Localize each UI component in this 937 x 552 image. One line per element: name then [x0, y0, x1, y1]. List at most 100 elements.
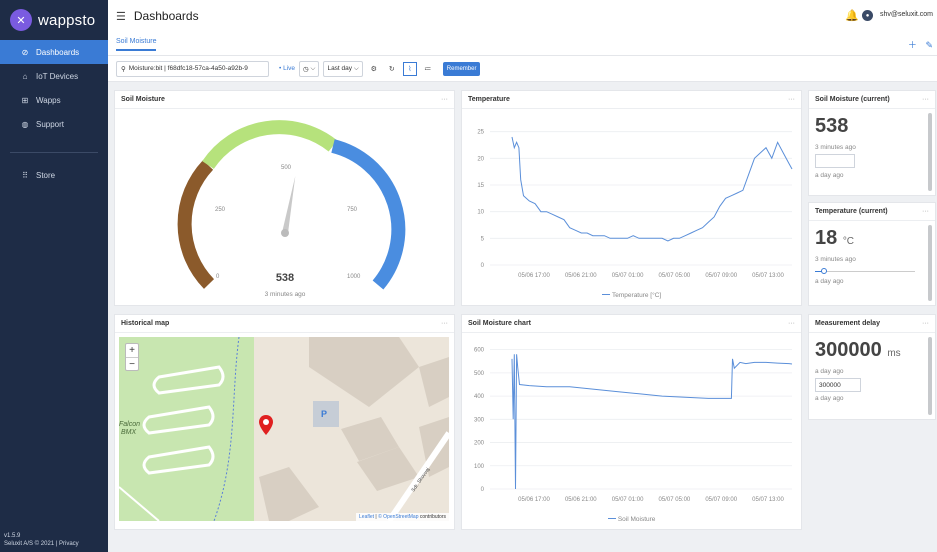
- value-slider[interactable]: [815, 267, 915, 275]
- edit-icon[interactable]: ✎: [925, 40, 933, 50]
- zoom-in-button[interactable]: +: [126, 344, 138, 357]
- x-tick-label: 05/07 13:00: [752, 273, 784, 279]
- sidebar-divider: [10, 152, 98, 153]
- dashboard-tab-bar: Soil Moisture ＋ ✎: [108, 32, 937, 56]
- x-tick-label: 05/07 13:00: [752, 497, 784, 503]
- legend-line-icon: [607, 518, 616, 520]
- legend-label[interactable]: Soil Moisture: [618, 516, 656, 523]
- sidebar-item-support[interactable]: ◍ Support: [0, 112, 108, 136]
- logo[interactable]: ✕ wappsto: [0, 0, 108, 40]
- y-tick-label: 25: [477, 130, 484, 136]
- map-attribution: Leaflet | © OpenStreetMap contributors: [356, 513, 449, 521]
- live-toggle[interactable]: • Live: [279, 65, 295, 72]
- current-time: 3 minutes ago: [815, 256, 856, 263]
- location-pin-icon[interactable]: [259, 415, 273, 435]
- legend-line-icon: [601, 294, 610, 296]
- menu-icon[interactable]: ☰: [116, 10, 126, 23]
- sidebar-item-wapps[interactable]: ⊞ Wapps: [0, 88, 108, 112]
- sidebar-item-label: Dashboards: [36, 47, 80, 57]
- card-title: Soil Moisture: [121, 96, 165, 103]
- current-value: 538: [815, 115, 849, 137]
- y-tick-label: 100: [474, 464, 485, 470]
- map-zoom-control: + −: [125, 343, 139, 371]
- value-input[interactable]: [815, 154, 855, 168]
- x-tick-label: 05/06 17:00: [518, 497, 550, 503]
- map-label-bmx: BMX: [121, 429, 137, 436]
- more-icon[interactable]: ···: [922, 96, 929, 103]
- tab-soil-moisture[interactable]: Soil Moisture: [116, 38, 157, 51]
- y-tick-label: 0: [481, 487, 485, 493]
- add-icon[interactable]: ＋: [908, 40, 917, 50]
- user-avatar-icon[interactable]: ●: [862, 10, 873, 21]
- copyright-label[interactable]: Seluxit A/S © 2021 | Privacy: [4, 540, 79, 548]
- slider-track: [815, 271, 915, 272]
- map[interactable]: + − Falcon BMX P Sdr. Skovvej Leaflet | …: [119, 337, 449, 521]
- gauge-tick-label: 500: [281, 165, 292, 171]
- scrollbar[interactable]: [928, 337, 932, 415]
- gauge-needle: [282, 175, 296, 234]
- x-tick-label: 05/06 17:00: [518, 273, 550, 279]
- leaflet-link[interactable]: Leaflet: [359, 514, 374, 520]
- globe-icon: ◍: [21, 119, 29, 129]
- settings-icon[interactable]: ⚙: [367, 62, 381, 76]
- soil-moisture-gauge-card: Soil Moisture ··· 0 250 500 750 1000 538…: [114, 90, 455, 306]
- live-label: Live: [283, 65, 296, 72]
- card-title: Temperature: [468, 96, 510, 103]
- search-value: Moisture:bit | f68dfc18-57ca-4a50-a92b-9: [128, 65, 248, 72]
- zoom-out-button[interactable]: −: [126, 357, 138, 370]
- historical-map-card: Historical map ··· + − Falcon BMX P Sdr.…: [114, 314, 455, 530]
- gauge-segment-low: [177, 160, 215, 289]
- dashboard-icon: ⊘: [21, 47, 29, 57]
- series-line[interactable]: [511, 136, 793, 242]
- scrollbar[interactable]: [928, 225, 932, 301]
- current-unit: ms: [887, 348, 901, 359]
- more-icon[interactable]: ···: [788, 320, 795, 327]
- grid-icon: ⊞: [21, 95, 29, 105]
- x-tick-label: 05/06 21:00: [565, 497, 597, 503]
- x-tick-label: 05/07 05:00: [659, 273, 691, 279]
- gauge-time: 3 minutes ago: [265, 291, 306, 298]
- more-icon[interactable]: ···: [788, 96, 795, 103]
- sidebar-item-store[interactable]: ⠿ Store: [0, 163, 108, 187]
- chart-legend: Temperature [°C]: [462, 290, 801, 299]
- y-tick-label: 300: [474, 417, 485, 423]
- parking-icon: P: [321, 409, 328, 419]
- clock-dropdown[interactable]: ◷ ⌵: [299, 60, 320, 77]
- sidebar-item-label: Store: [36, 170, 56, 180]
- more-icon[interactable]: ···: [441, 320, 448, 327]
- x-tick-label: 05/07 01:00: [612, 497, 644, 503]
- delay-input[interactable]: 300000: [815, 378, 861, 392]
- current-time: 3 minutes ago: [815, 144, 856, 151]
- sidebar-item-iot-devices[interactable]: ⌂ IoT Devices: [0, 64, 108, 88]
- sidebar-item-label: IoT Devices: [36, 71, 79, 81]
- user-email[interactable]: shv@seluxit.com: [880, 11, 933, 18]
- time-range-select[interactable]: Last day ⌵: [323, 60, 363, 77]
- sidebar-item-dashboards[interactable]: ⊘ Dashboards: [0, 40, 108, 64]
- bell-icon[interactable]: 🔔: [845, 9, 859, 22]
- slider-thumb[interactable]: [821, 268, 827, 274]
- logo-text: wappsto: [38, 11, 96, 29]
- chart-view-icon[interactable]: ⌇: [402, 61, 417, 76]
- more-icon[interactable]: ···: [922, 208, 929, 215]
- legend-label[interactable]: Temperature [°C]: [612, 292, 661, 299]
- scrollbar[interactable]: [928, 113, 932, 191]
- filter-bar: ⚲ Moisture:bit | f68dfc18-57ca-4a50-a92b…: [108, 56, 937, 82]
- more-icon[interactable]: ···: [441, 96, 448, 103]
- device-search-input[interactable]: ⚲ Moisture:bit | f68dfc18-57ca-4a50-a92b…: [116, 60, 269, 77]
- wappsto-logo-icon: ✕: [10, 9, 32, 31]
- gauge-tick-label: 750: [347, 207, 358, 213]
- gauge-tick-label: 250: [215, 207, 226, 213]
- current-unit: °C: [842, 236, 855, 247]
- series-line[interactable]: [511, 354, 793, 490]
- version-label: v1.5.9: [4, 533, 21, 539]
- card-title: Historical map: [121, 320, 170, 327]
- time-range-label: Last day: [327, 65, 353, 72]
- more-icon[interactable]: ···: [922, 320, 929, 327]
- list-view-icon[interactable]: ≔: [421, 62, 435, 76]
- refresh-icon[interactable]: ↻: [385, 62, 399, 76]
- search-icon: ⚲: [121, 65, 126, 73]
- current-time-secondary: a day ago: [815, 395, 844, 402]
- remember-button[interactable]: Remember: [442, 61, 481, 76]
- osm-link[interactable]: © OpenStreetMap: [378, 514, 418, 520]
- card-title: Soil Moisture chart: [468, 320, 532, 327]
